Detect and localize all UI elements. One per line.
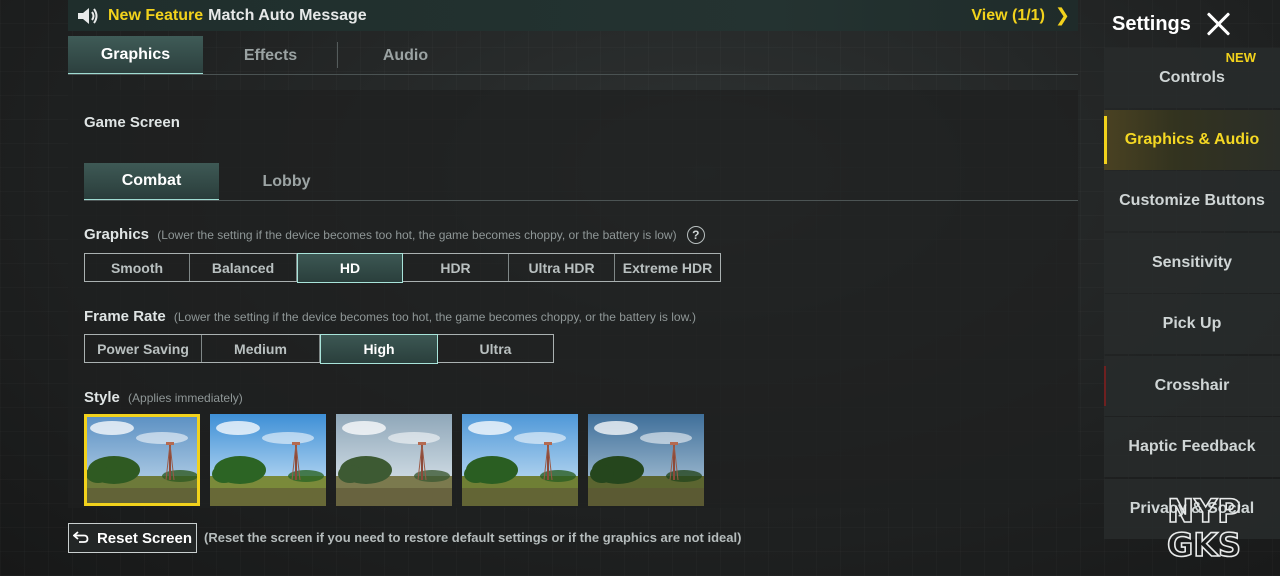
tab-graphics[interactable]: Graphics — [68, 36, 203, 75]
announcement-tag: New Feature — [108, 6, 204, 24]
subtab-label: Combat — [121, 172, 182, 189]
tab-label: Effects — [243, 46, 298, 64]
subtab-label: Lobby — [262, 173, 311, 190]
style-label: Style (Applies immediately) — [84, 389, 243, 406]
sidebar-item-label: Haptic Feedback — [1128, 438, 1256, 455]
frame-rate-label: Frame Rate (Lower the setting if the dev… — [84, 308, 696, 325]
style-thumbnails — [84, 414, 704, 506]
sidebar-item-controls[interactable]: Controls NEW — [1104, 48, 1280, 108]
subtabs-underline — [84, 200, 1078, 201]
option-label: Extreme HDR — [622, 259, 713, 276]
tabs-underline — [68, 74, 1078, 75]
option-label: High — [363, 340, 395, 357]
reset-label: Reset Screen — [96, 529, 193, 547]
graphics-option-hd[interactable]: HD — [297, 252, 403, 283]
settings-title: Settings — [1112, 12, 1191, 35]
frame-rate-label-text: Frame Rate — [84, 308, 166, 325]
option-label: HDR — [440, 259, 471, 276]
graphics-option-smooth[interactable]: Smooth — [85, 254, 190, 281]
option-label: Ultra — [479, 340, 512, 357]
option-label: Medium — [234, 340, 287, 357]
sidebar-item-customize-buttons[interactable]: Customize Buttons — [1104, 171, 1280, 231]
top-tabs: Graphics Effects Audio — [68, 36, 473, 75]
option-label: Smooth — [110, 259, 164, 276]
sidebar-item-label: Privacy & Social — [1129, 499, 1255, 517]
sidebar-item-label: Crosshair — [1154, 376, 1230, 394]
style-thumbnail[interactable] — [84, 414, 200, 506]
frame-rate-selector: Power Saving Medium High Ultra — [84, 333, 554, 364]
subtab-combat[interactable]: Combat — [84, 163, 219, 201]
sidebar-item-pick-up[interactable]: Pick Up — [1104, 294, 1280, 354]
sidebar-item-privacy-social[interactable]: Privacy & Social — [1104, 478, 1280, 539]
style-hint: (Applies immediately) — [128, 391, 243, 405]
help-icon[interactable]: ? — [686, 226, 705, 245]
style-thumbnail[interactable] — [210, 414, 326, 506]
close-icon[interactable] — [1205, 10, 1233, 38]
sidebar-item-sensitivity[interactable]: Sensitivity — [1104, 232, 1280, 293]
sidebar-item-label: Graphics & Audio — [1124, 130, 1260, 148]
graphics-option-balanced[interactable]: Balanced — [190, 254, 297, 281]
style-thumbnail[interactable] — [588, 414, 704, 506]
subtab-lobby[interactable]: Lobby — [219, 163, 354, 201]
announcement-bar[interactable]: New Feature Match Auto Message View (1/1… — [68, 0, 1078, 31]
graphics-label: Graphics (Lower the setting if the devic… — [84, 226, 705, 245]
sidebar-item-label: Customize Buttons — [1119, 192, 1265, 209]
tab-label: Audio — [382, 46, 429, 64]
sidebar-item-label: Controls — [1159, 69, 1225, 86]
reset-screen-button[interactable]: Reset Screen — [68, 523, 197, 553]
sub-tabs: Combat Lobby — [84, 163, 354, 201]
announcement-message: Match Auto Message — [208, 6, 367, 24]
frame-rate-hint: (Lower the setting if the device becomes… — [173, 310, 696, 324]
option-label: Balanced — [211, 259, 275, 276]
sidebar-item-graphics-audio[interactable]: Graphics & Audio — [1104, 109, 1280, 170]
graphics-option-extreme-hdr[interactable]: Extreme HDR — [615, 254, 720, 281]
view-label: View (1/1) — [971, 6, 1045, 24]
frame-rate-option-ultra[interactable]: Ultra — [438, 335, 553, 362]
sidebar-item-label: Pick Up — [1162, 315, 1222, 332]
settings-panel: Game Screen Combat Lobby Graphics (Lower… — [68, 90, 1078, 508]
style-thumbnail[interactable] — [462, 414, 578, 506]
graphics-option-ultra-hdr[interactable]: Ultra HDR — [509, 254, 615, 281]
option-label: HD — [339, 259, 361, 276]
graphics-hint: (Lower the setting if the device becomes… — [157, 228, 677, 242]
graphics-option-hdr[interactable]: HDR — [403, 254, 509, 281]
frame-rate-option-high[interactable]: High — [320, 333, 438, 364]
style-thumbnail[interactable] — [336, 414, 452, 506]
sidebar-item-crosshair[interactable]: Crosshair — [1104, 355, 1280, 416]
tab-label: Graphics — [100, 45, 171, 63]
graphics-label-text: Graphics — [84, 226, 150, 243]
frame-rate-option-power-saving[interactable]: Power Saving — [85, 335, 202, 362]
settings-header: Settings — [1104, 0, 1280, 48]
chevron-right-icon: ❯ — [1054, 5, 1070, 25]
new-badge: NEW — [1225, 50, 1256, 65]
view-announcements-link[interactable]: View (1/1) ❯ — [971, 0, 1070, 31]
frame-rate-option-medium[interactable]: Medium — [202, 335, 320, 362]
section-title: Game Screen — [84, 114, 180, 131]
undo-icon — [72, 530, 89, 546]
speaker-icon — [68, 0, 108, 31]
reset-note: (Reset the screen if you need to restore… — [204, 530, 742, 545]
option-label: Power Saving — [97, 340, 189, 357]
indicator-mark — [1104, 365, 1106, 406]
sidebar-item-haptic-feedback[interactable]: Haptic Feedback — [1104, 417, 1280, 477]
settings-sidebar: Controls NEW Graphics & Audio Customize … — [1104, 48, 1280, 540]
tab-audio[interactable]: Audio — [338, 36, 473, 75]
option-label: Ultra HDR — [528, 259, 595, 276]
tab-effects[interactable]: Effects — [203, 36, 338, 75]
graphics-quality-selector: Smooth Balanced HD HDR Ultra HDR Extreme… — [84, 252, 721, 283]
sidebar-item-label: Sensitivity — [1151, 253, 1233, 271]
style-label-text: Style — [84, 389, 120, 406]
